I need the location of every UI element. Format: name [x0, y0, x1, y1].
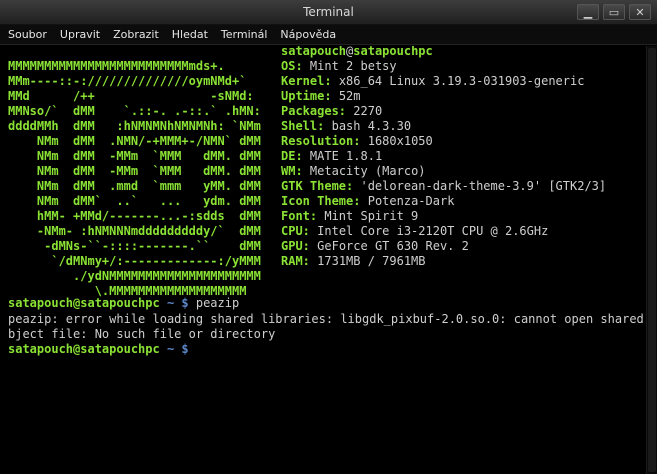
- maximize-icon[interactable]: ▭: [603, 4, 625, 20]
- info-label: Packages:: [281, 104, 347, 118]
- info-value: Potenza-Dark: [367, 194, 455, 208]
- info-value: 1680x1050: [367, 134, 433, 148]
- info-value: 2270: [353, 104, 383, 118]
- info-label: OS:: [281, 59, 303, 73]
- info-header-host: satapouchpc: [353, 46, 433, 58]
- output-line: bject file: No such file or directory: [8, 327, 276, 341]
- title-bar[interactable]: Terminal ▁ ▭ ✕: [0, 0, 657, 25]
- ascii-art-line: ddddMMh dMM :hNMNMNhNMNMNh: `NMm: [8, 119, 261, 133]
- menu-napoveda[interactable]: Nápověda: [280, 28, 336, 41]
- info-row-os: OS: Mint 2 betsy: [281, 59, 397, 74]
- info-row-shell: Shell: bash 4.3.30: [281, 119, 411, 134]
- info-label: DE:: [281, 149, 303, 163]
- info-label: Icon Theme:: [281, 194, 361, 208]
- ascii-art-line: hMM- +MMd/-------...-:sdds dMM: [8, 209, 261, 223]
- output-line: peazip: error while loading shared libra…: [8, 312, 647, 326]
- window-title: Terminal: [303, 5, 354, 19]
- prompt-line-current[interactable]: satapouch@satapouchpc ~ $: [8, 342, 189, 357]
- info-label: Uptime:: [281, 89, 332, 103]
- ascii-art-line: ./ydNMMMMMMMMMMMMMMMMMMMMM: [8, 269, 261, 283]
- prompt-user-host: satapouch@satapouchpc: [8, 296, 160, 310]
- close-icon[interactable]: ✕: [629, 4, 651, 20]
- info-label: Kernel:: [281, 74, 332, 88]
- info-value: 1731MB / 7961MB: [317, 254, 426, 268]
- info-row-ram: RAM: 1731MB / 7961MB: [281, 254, 426, 269]
- window-controls: ▁ ▭ ✕: [577, 4, 651, 20]
- info-value: MATE 1.8.1: [309, 149, 383, 163]
- info-value: Metacity (Marco): [309, 164, 426, 178]
- menu-soubor[interactable]: Soubor: [8, 28, 47, 41]
- info-label: CPU:: [281, 224, 310, 238]
- info-value: GeForce GT 630 Rev. 2: [317, 239, 469, 253]
- ascii-art-line: MMm----::-://////////////oymNMd+`: [8, 74, 247, 88]
- info-row-packages: Packages: 2270: [281, 104, 382, 119]
- ascii-art-line: MMMMMMMMMMMMMMMMMMMMMMMMMmds+.: [8, 59, 225, 73]
- info-row-uptime: Uptime: 52m: [281, 89, 361, 104]
- info-label: Font:: [281, 209, 318, 223]
- ascii-art-line: MMNso/` dMM `.::-. .-::.` .hMN:: [8, 104, 261, 118]
- ascii-art-line: `/dMNmy+/:-------------:/yMMM: [8, 254, 261, 268]
- menu-zobrazit[interactable]: Zobrazit: [113, 28, 159, 41]
- ascii-art-line: -NMm- :hNMNNNmdddddddddy/` dMM: [8, 224, 261, 238]
- info-label: GTK Theme:: [281, 179, 354, 193]
- info-row-wm: WM: Metacity (Marco): [281, 164, 426, 179]
- menu-terminal[interactable]: Terminál: [221, 28, 268, 41]
- info-row-gpu: GPU: GeForce GT 630 Rev. 2: [281, 239, 469, 254]
- info-value: Intel Core i3-2120T CPU @ 2.6GHz: [317, 224, 549, 238]
- info-row-icon-theme: Icon Theme: Potenza-Dark: [281, 194, 454, 209]
- info-row-de: DE: MATE 1.8.1: [281, 149, 382, 164]
- terminal-window: Terminal ▁ ▭ ✕ Soubor Upravit Zobrazit H…: [0, 0, 657, 474]
- info-row-gtk-theme: GTK Theme: 'delorean-dark-theme-3.9' [GT…: [281, 179, 606, 194]
- info-row-cpu: CPU: Intel Core i3-2120T CPU @ 2.6GHz: [281, 224, 548, 239]
- menu-hledat[interactable]: Hledat: [172, 28, 208, 41]
- ascii-art-line: NMm dMM .mmd `mmm yMM. dMM: [8, 179, 261, 193]
- ascii-art-line: -dMNs-``-::::-------.`` dMM: [8, 239, 261, 253]
- info-row-font: Font: Mint Spirit 9: [281, 209, 418, 224]
- terminal-scrollbar[interactable]: [646, 46, 657, 474]
- terminal-output-area[interactable]: MMMMMMMMMMMMMMMMMMMMMMMMMmds+. MMm----::…: [0, 46, 647, 474]
- info-label: Shell:: [281, 119, 325, 133]
- info-label: WM:: [281, 164, 303, 178]
- ascii-art-line: NMm dMM .NMN/-+MMM+-/NMN` dMM: [8, 134, 261, 148]
- prompt-path-symbol: ~ $: [159, 296, 189, 310]
- info-value: 'delorean-dark-theme-3.9' [GTK2/3]: [360, 179, 607, 193]
- menu-upravit[interactable]: Upravit: [60, 28, 100, 41]
- info-label: GPU:: [281, 239, 310, 253]
- minimize-icon[interactable]: ▁: [577, 4, 599, 20]
- ascii-art-line: NMm dMM -MMm `MMM dMM. dMM: [8, 164, 261, 178]
- info-value: bash 4.3.30: [331, 119, 412, 133]
- ascii-art-line: MMd /++ -sNMd:: [8, 89, 254, 103]
- info-value: x86_64 Linux 3.19.3-031903-generic: [338, 74, 585, 88]
- info-value: Mint Spirit 9: [324, 209, 419, 223]
- info-header-user: satapouch: [281, 46, 347, 58]
- prompt-user-host: satapouch@satapouchpc: [8, 342, 160, 356]
- ascii-art-line: NMm dMM -MMm `MMM dMM. dMM: [8, 149, 261, 163]
- info-row-resolution: Resolution: 1680x1050: [281, 134, 433, 149]
- info-value: Mint 2 betsy: [309, 59, 397, 73]
- prompt-command: peazip: [188, 296, 240, 310]
- info-value: 52m: [338, 89, 361, 103]
- info-header: satapouch@satapouchpc: [281, 46, 433, 59]
- ascii-art-line: NMm dMM` ..` ... ydm. dMM: [8, 194, 261, 208]
- info-row-kernel: Kernel: x86_64 Linux 3.19.3-031903-gener…: [281, 74, 584, 89]
- info-label: RAM:: [281, 254, 310, 268]
- menu-bar: Soubor Upravit Zobrazit Hledat Terminál …: [0, 25, 657, 45]
- prompt-path-symbol: ~ $: [159, 342, 189, 356]
- info-label: Resolution:: [281, 134, 361, 148]
- scrollbar-thumb[interactable]: [648, 48, 656, 472]
- prompt-line: satapouch@satapouchpc ~ $ peazip: [8, 296, 239, 311]
